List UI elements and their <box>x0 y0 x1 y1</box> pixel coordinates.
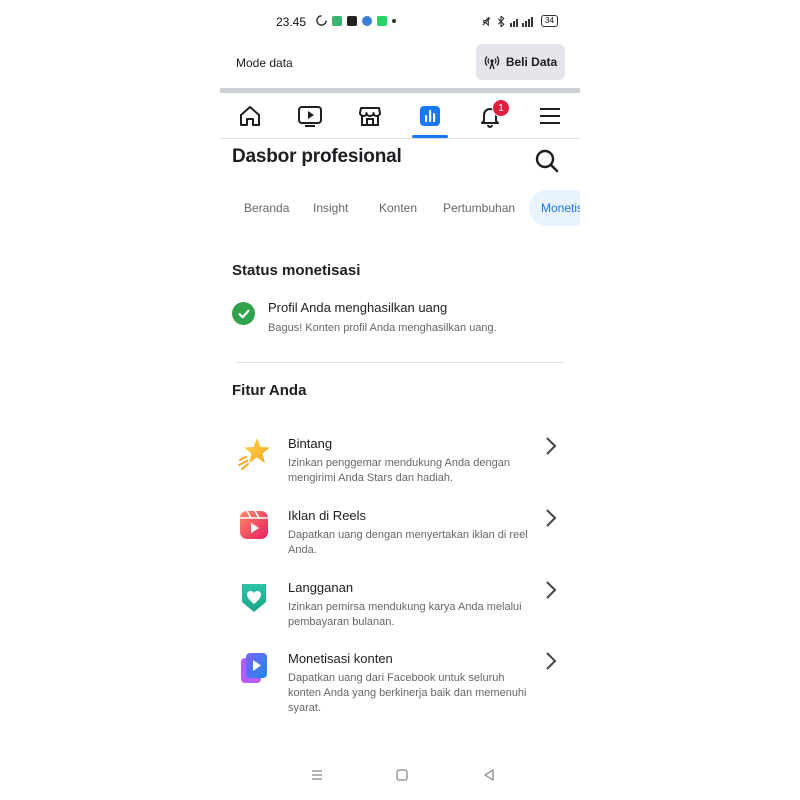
battery-icon: 34 <box>541 15 558 27</box>
tab-beranda[interactable]: Beranda <box>244 190 289 226</box>
video-icon <box>298 106 322 127</box>
status-time: 23.45 <box>276 15 307 29</box>
content-play-icon <box>241 653 267 683</box>
page-title: Dasbor profesional <box>232 146 402 167</box>
buy-data-button[interactable]: Beli Data <box>476 44 565 80</box>
tab-konten[interactable]: Konten <box>379 190 417 226</box>
tab-pertumbuhan[interactable]: Pertumbuhan <box>443 190 515 226</box>
feature-desc: Izinkan penggemar mendukung Anda dengan … <box>288 457 511 484</box>
dashboard-chart-icon <box>420 106 440 126</box>
marketplace-icon <box>359 107 381 126</box>
back-icon[interactable] <box>482 768 496 782</box>
status-item-desc: Bagus! Konten profil Anda menghasilkan u… <box>268 322 497 334</box>
tab-monetisasi[interactable]: Monetis <box>529 190 580 226</box>
nav-video[interactable] <box>280 94 340 138</box>
data-mode-label: Mode data <box>236 56 293 70</box>
broadcast-icon <box>484 56 500 70</box>
feature-desc: Izinkan pemirsa mendukung karya Anda mel… <box>288 601 522 628</box>
nav-notifications[interactable]: 1 <box>460 94 520 138</box>
feature-title: Bintang <box>288 436 333 451</box>
chevron-right-icon <box>546 509 557 527</box>
check-circle-icon <box>232 302 255 325</box>
tab-insight[interactable]: Insight <box>313 190 348 226</box>
status-bar: 23.45 34 <box>220 12 580 32</box>
system-icons: 34 <box>481 15 558 27</box>
recent-apps-icon[interactable] <box>310 768 324 782</box>
bag-icon <box>347 15 357 26</box>
nav-menu[interactable] <box>520 94 580 138</box>
chevron-right-icon <box>546 652 557 670</box>
top-nav: 1 <box>220 94 580 139</box>
home-icon <box>240 106 260 126</box>
data-bar: Mode data Beli Data <box>220 44 580 88</box>
section-separator <box>220 88 580 93</box>
search-icon[interactable] <box>534 148 560 174</box>
nav-dashboard[interactable] <box>400 94 460 138</box>
features-section-title: Fitur Anda <box>232 382 307 399</box>
hamburger-menu-icon <box>540 108 560 124</box>
heart-shield-icon <box>242 584 266 612</box>
more-dot-icon <box>392 18 396 23</box>
dashboard-tabs: Beranda Insight Konten Pertumbuhan Monet… <box>220 190 580 228</box>
reels-icon <box>240 510 268 539</box>
chevron-right-icon <box>546 437 557 455</box>
chat-app-icon <box>377 15 387 26</box>
notification-badge: 1 <box>492 99 510 117</box>
chevron-right-icon <box>546 581 557 599</box>
status-item-title: Profil Anda menghasilkan uang <box>268 300 448 315</box>
nav-home[interactable] <box>220 94 280 138</box>
app-icon-green <box>332 15 342 26</box>
nav-marketplace[interactable] <box>340 94 400 138</box>
sync-icon <box>316 15 327 26</box>
notification-icons <box>316 15 396 26</box>
status-section-title: Status monetisasi <box>232 262 361 279</box>
bluetooth-icon <box>497 15 505 27</box>
app-icon-blue <box>362 15 372 26</box>
star-icon <box>238 438 270 470</box>
phone-screen: 23.45 34 Mode data Beli Data 1 Dasbor pr… <box>220 0 580 800</box>
signal-icon <box>510 16 534 27</box>
divider <box>236 362 564 363</box>
feature-title: Iklan di Reels <box>288 508 367 523</box>
feature-desc: Dapatkan uang dengan menyertakan iklan d… <box>288 529 528 556</box>
feature-title: Monetisasi konten <box>288 651 393 666</box>
buy-data-label: Beli Data <box>505 55 558 69</box>
home-button-icon[interactable] <box>395 768 409 782</box>
mute-icon <box>482 16 491 26</box>
system-navigation <box>220 768 580 788</box>
feature-title: Langganan <box>288 580 354 595</box>
feature-desc: Dapatkan uang dari Facebook untuk seluru… <box>288 672 527 714</box>
